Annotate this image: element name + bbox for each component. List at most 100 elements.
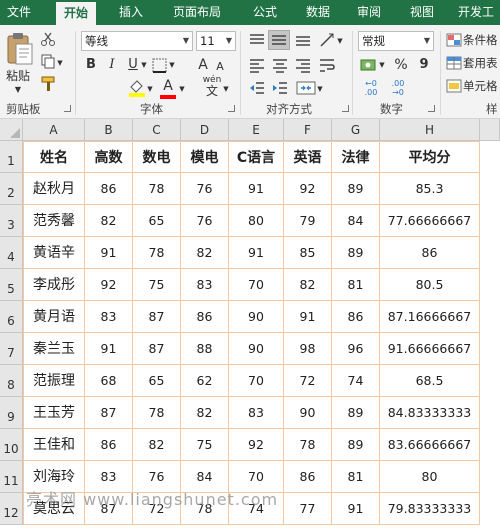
header-cell[interactable]: 法律 xyxy=(332,141,380,173)
border-icon[interactable] xyxy=(152,58,167,73)
row-header[interactable]: 1 xyxy=(0,141,23,173)
table-cell[interactable]: 81 xyxy=(332,269,380,301)
table-cell[interactable]: 范振理 xyxy=(23,365,85,397)
comma-button[interactable]: 9 xyxy=(417,56,431,74)
table-cell[interactable]: 96 xyxy=(332,333,380,365)
table-cell[interactable]: 王玉芳 xyxy=(23,397,85,429)
clipboard-launcher-icon[interactable] xyxy=(64,105,71,112)
table-cell[interactable]: 81 xyxy=(332,461,380,493)
table-cell[interactable]: 89 xyxy=(332,397,380,429)
decrease-decimal-button[interactable]: .00 →0 xyxy=(387,79,409,97)
copy-dropdown-icon[interactable]: ▼ xyxy=(56,54,64,72)
ribbon-tab[interactable]: 插入 xyxy=(110,0,152,25)
table-cell[interactable]: 75 xyxy=(133,269,181,301)
column-header[interactable]: E xyxy=(229,119,284,141)
table-cell[interactable]: 86 xyxy=(181,301,229,333)
worksheet-grid[interactable]: A B C D E F G H 1 姓名 高数 数电 模电 C语言 英语 法律 平均分 2 赵秋月 86 78 76 91 9… xyxy=(0,119,500,530)
underline-button[interactable]: U xyxy=(125,56,141,74)
column-header[interactable]: C xyxy=(133,119,181,141)
table-cell[interactable]: 62 xyxy=(181,365,229,397)
phonetic-dropdown-icon[interactable]: ▼ xyxy=(222,80,230,98)
font-color-button[interactable]: A xyxy=(161,77,175,95)
table-cell[interactable]: 79 xyxy=(284,205,332,237)
table-cell[interactable]: 77.66666667 xyxy=(380,205,480,237)
italic-button[interactable]: I xyxy=(104,56,120,74)
underline-dropdown-icon[interactable]: ▼ xyxy=(140,56,148,74)
table-cell[interactable]: 75 xyxy=(181,429,229,461)
paste-icon[interactable] xyxy=(6,31,34,67)
cell-styles-button[interactable]: 单元格 xyxy=(463,77,500,95)
column-header[interactable]: A xyxy=(23,119,85,141)
percent-button[interactable]: % xyxy=(393,56,409,74)
table-cell[interactable]: 黄语辛 xyxy=(23,237,85,269)
table-cell[interactable]: 92 xyxy=(229,429,284,461)
align-right-icon[interactable] xyxy=(294,57,312,73)
table-cell[interactable]: 87 xyxy=(133,301,181,333)
column-header[interactable]: G xyxy=(332,119,380,141)
orientation-dropdown-icon[interactable]: ▼ xyxy=(336,32,344,50)
row-header[interactable]: 3 xyxy=(0,205,23,237)
table-cell[interactable]: 89 xyxy=(332,173,380,205)
header-cell[interactable]: 数电 xyxy=(133,141,181,173)
table-cell[interactable]: 李成彤 xyxy=(23,269,85,301)
decrease-font-button[interactable]: A xyxy=(214,58,226,76)
number-format-dropdown-icon[interactable]: ▼ xyxy=(424,32,430,50)
table-cell[interactable]: 78 xyxy=(133,397,181,429)
table-cell[interactable]: 91 xyxy=(85,237,133,269)
table-cell[interactable]: 87 xyxy=(133,333,181,365)
table-cell[interactable]: 92 xyxy=(85,269,133,301)
row-header[interactable]: 10 xyxy=(0,429,23,461)
table-cell[interactable]: 90 xyxy=(229,301,284,333)
table-cell[interactable]: 80.5 xyxy=(380,269,480,301)
row-header[interactable]: 9 xyxy=(0,397,23,429)
table-cell[interactable]: 91 xyxy=(284,301,332,333)
table-cell[interactable]: 86 xyxy=(380,237,480,269)
table-cell[interactable]: 85 xyxy=(284,237,332,269)
table-cell[interactable]: 86 xyxy=(85,173,133,205)
table-cell[interactable]: 88 xyxy=(181,333,229,365)
table-cell[interactable]: 83 xyxy=(181,269,229,301)
fill-color-icon[interactable] xyxy=(128,79,146,97)
table-cell[interactable]: 王佳和 xyxy=(23,429,85,461)
number-launcher-icon[interactable] xyxy=(428,105,435,112)
table-cell[interactable]: 赵秋月 xyxy=(23,173,85,205)
ribbon-tab[interactable]: 开始 xyxy=(56,2,96,25)
table-cell[interactable]: 76 xyxy=(181,173,229,205)
table-cell[interactable]: 82 xyxy=(284,269,332,301)
table-cell[interactable]: 82 xyxy=(181,397,229,429)
ribbon-tab[interactable]: 审阅 xyxy=(348,0,390,25)
merge-dropdown-icon[interactable]: ▼ xyxy=(316,80,324,98)
alignment-launcher-icon[interactable] xyxy=(342,105,349,112)
bold-button[interactable]: B xyxy=(83,56,99,74)
ribbon-tab[interactable]: 文件 xyxy=(0,0,38,25)
table-cell[interactable]: 68.5 xyxy=(380,365,480,397)
table-cell[interactable]: 86 xyxy=(85,429,133,461)
phonetic-button[interactable]: wén 文 xyxy=(202,75,222,99)
table-cell[interactable]: 91 xyxy=(85,333,133,365)
font-name-combo[interactable]: 等线 ▼ xyxy=(81,31,193,51)
cut-icon[interactable] xyxy=(40,31,56,47)
header-cell[interactable]: 高数 xyxy=(85,141,133,173)
align-top-icon[interactable] xyxy=(248,32,266,48)
table-cell[interactable]: 98 xyxy=(284,333,332,365)
table-cell[interactable]: 秦兰玉 xyxy=(23,333,85,365)
align-center-icon[interactable] xyxy=(271,57,289,73)
column-header[interactable]: B xyxy=(85,119,133,141)
row-header[interactable]: 12 xyxy=(0,493,23,525)
table-cell[interactable]: 65 xyxy=(133,365,181,397)
row-header[interactable]: 7 xyxy=(0,333,23,365)
orientation-icon[interactable] xyxy=(318,31,336,49)
table-cell[interactable]: 83 xyxy=(85,301,133,333)
table-cell[interactable]: 78 xyxy=(133,173,181,205)
table-cell[interactable]: 89 xyxy=(332,429,380,461)
table-cell[interactable]: 86 xyxy=(332,301,380,333)
table-cell[interactable]: 83.66666667 xyxy=(380,429,480,461)
row-header[interactable]: 6 xyxy=(0,301,23,333)
table-cell[interactable]: 84 xyxy=(332,205,380,237)
copy-icon[interactable] xyxy=(40,53,56,69)
table-cell[interactable]: 83 xyxy=(229,397,284,429)
align-left-icon[interactable] xyxy=(248,57,266,73)
fill-color-dropdown-icon[interactable]: ▼ xyxy=(146,80,154,98)
increase-decimal-button[interactable]: ←0.00 xyxy=(360,79,382,97)
accounting-dropdown-icon[interactable]: ▼ xyxy=(378,56,386,74)
